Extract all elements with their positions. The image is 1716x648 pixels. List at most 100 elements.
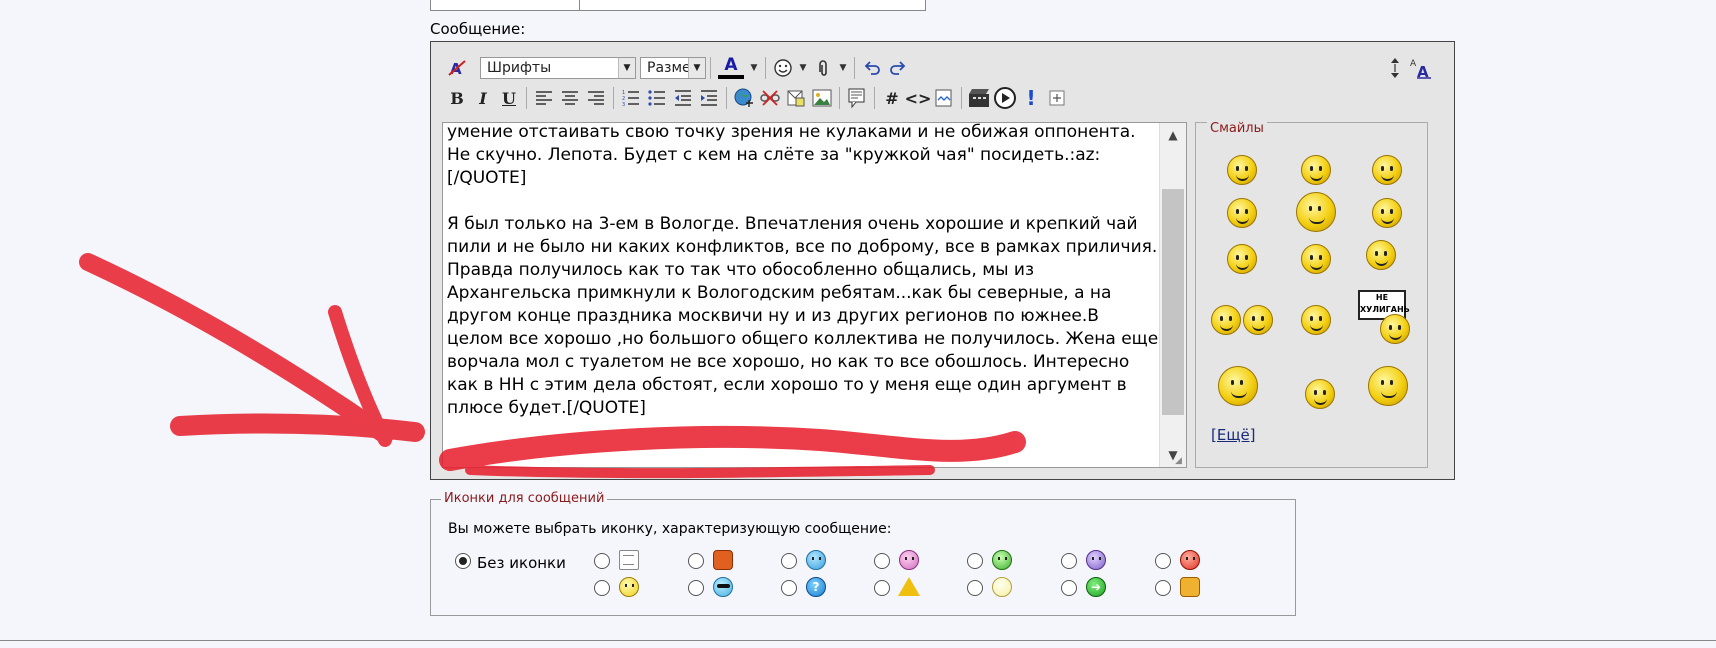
insert-html-icon[interactable] (931, 85, 957, 111)
post-icons-legend: Иконки для сообщений (441, 491, 608, 506)
divider (839, 87, 840, 109)
insert-email-icon[interactable] (783, 85, 809, 111)
smiley-10b-icon[interactable] (1243, 305, 1273, 335)
message-text: умение отстаивать свою точку зрения не к… (447, 122, 1159, 418)
footer-divider (0, 640, 1716, 641)
subject-input[interactable] (430, 0, 926, 11)
smiley-7-icon[interactable] (1227, 244, 1257, 274)
smiley-14-icon[interactable] (1305, 379, 1335, 409)
chevron-down-icon[interactable]: ▼ (836, 55, 850, 81)
smile-icon (619, 577, 639, 597)
ordered-list-icon[interactable]: 123 (618, 85, 644, 111)
smiley-9-icon[interactable] (1366, 240, 1396, 270)
radio-icon-4[interactable] (874, 553, 890, 569)
indent-icon[interactable] (696, 85, 722, 111)
smiley-4-icon[interactable] (1227, 198, 1257, 228)
post-icons-description: Вы можете выбрать иконку, характеризующу… (448, 521, 892, 537)
radio-icon-9[interactable] (688, 580, 704, 596)
align-right-icon[interactable] (583, 85, 609, 111)
smiley-11-icon[interactable] (1301, 305, 1331, 335)
radio-icon-7[interactable] (1155, 553, 1171, 569)
radio-icon-14[interactable] (1155, 580, 1171, 596)
font-size-select[interactable]: Разме ▼ (640, 57, 706, 79)
warning-icon (898, 577, 920, 596)
thumbs-up-icon (1180, 577, 1200, 597)
exclamation-icon[interactable]: ! (1018, 85, 1044, 111)
radio-icon-2[interactable] (688, 553, 704, 569)
svg-text:A: A (1417, 63, 1429, 79)
chevron-down-icon[interactable]: ▼ (747, 55, 761, 81)
insert-link-icon[interactable] (731, 85, 757, 111)
smiley-5-icon[interactable] (1296, 192, 1336, 232)
chevron-down-icon[interactable]: ▼ (796, 55, 810, 81)
radio-icon-12[interactable] (967, 580, 983, 596)
smiley-2-icon[interactable] (1301, 155, 1331, 185)
more-smileys-link[interactable]: [Ещё] (1211, 426, 1256, 444)
smiley-1-icon[interactable] (1227, 155, 1257, 185)
divider (613, 87, 614, 109)
divider (526, 87, 527, 109)
redo-icon[interactable] (885, 55, 911, 81)
radio-icon-5[interactable] (967, 553, 983, 569)
insert-media-icon[interactable] (992, 85, 1018, 111)
radio-icon-10[interactable] (781, 580, 797, 596)
scroll-thumb[interactable] (1162, 189, 1184, 415)
thumbs-down-icon (713, 550, 733, 570)
align-left-icon[interactable] (531, 85, 557, 111)
svg-text:3: 3 (622, 102, 625, 107)
arrow-tip-stroke (328, 305, 392, 447)
radio-icon-11[interactable] (874, 580, 890, 596)
code-icon[interactable]: <> (905, 85, 932, 111)
radio-icon-8[interactable] (594, 580, 610, 596)
font-size-value: Разме (647, 60, 691, 76)
switch-editor-mode-icon[interactable]: AA (1408, 55, 1434, 81)
resize-toggle-icon[interactable] (1382, 55, 1408, 81)
insert-image-icon[interactable] (809, 85, 835, 111)
outdent-icon[interactable] (670, 85, 696, 111)
bold-button[interactable]: B (444, 85, 470, 111)
lightbulb-icon (992, 577, 1012, 597)
radio-icon-6[interactable] (1061, 553, 1077, 569)
insert-video-icon[interactable] (966, 85, 992, 111)
radio-no-icon[interactable] (455, 553, 471, 569)
resize-grip-icon[interactable]: ◢ (1175, 456, 1185, 466)
smiley-3-icon[interactable] (1372, 155, 1402, 185)
scroll-up-icon[interactable]: ▲ (1160, 123, 1186, 147)
font-family-select[interactable]: Шрифты ▼ (480, 57, 636, 79)
radio-icon-3[interactable] (781, 553, 797, 569)
remove-format-icon[interactable]: A (444, 55, 470, 81)
insert-quote-icon[interactable] (844, 85, 870, 111)
expand-toolbar-icon[interactable] (1044, 85, 1070, 111)
smileys-legend: Смайлы (1207, 121, 1267, 136)
align-center-icon[interactable] (557, 85, 583, 111)
smiley-8-icon[interactable] (1301, 244, 1331, 274)
smiley-accordion-icon[interactable] (1218, 366, 1258, 406)
divider (765, 57, 766, 79)
unordered-list-icon[interactable] (644, 85, 670, 111)
divider (726, 87, 727, 109)
toolbar-row-1: A Шрифты ▼ Разме ▼ A ▼ ▼ ▼ (444, 55, 911, 81)
smiley-15-icon[interactable] (1368, 366, 1408, 406)
attachment-icon[interactable] (810, 55, 836, 81)
smiley-12-icon[interactable] (1380, 314, 1410, 344)
textarea-scrollbar[interactable]: ▲ ▼ (1159, 123, 1186, 467)
italic-button[interactable]: I (470, 85, 496, 111)
underline-button[interactable]: U (496, 85, 522, 111)
radio-icon-1[interactable] (594, 553, 610, 569)
arrow-upper-stroke (79, 253, 394, 444)
message-textarea[interactable]: умение отстаивать свою точку зрения не к… (442, 122, 1187, 468)
hash-icon[interactable]: # (879, 85, 905, 111)
undo-icon[interactable] (859, 55, 885, 81)
font-color-button[interactable]: A (715, 55, 747, 81)
smiley-picker-icon[interactable] (770, 55, 796, 81)
radio-icon-13[interactable] (1061, 580, 1077, 596)
more-smileys-text[interactable]: [Ещё] (1211, 426, 1256, 444)
cool-smiley-icon (713, 577, 733, 597)
smiley-6-icon[interactable] (1372, 198, 1402, 228)
divider (854, 57, 855, 79)
chevron-down-icon: ▼ (618, 58, 635, 78)
sad-smiley-icon (1086, 550, 1106, 570)
smiley-10a-icon[interactable] (1211, 305, 1241, 335)
remove-link-icon[interactable] (757, 85, 783, 111)
divider (874, 87, 875, 109)
